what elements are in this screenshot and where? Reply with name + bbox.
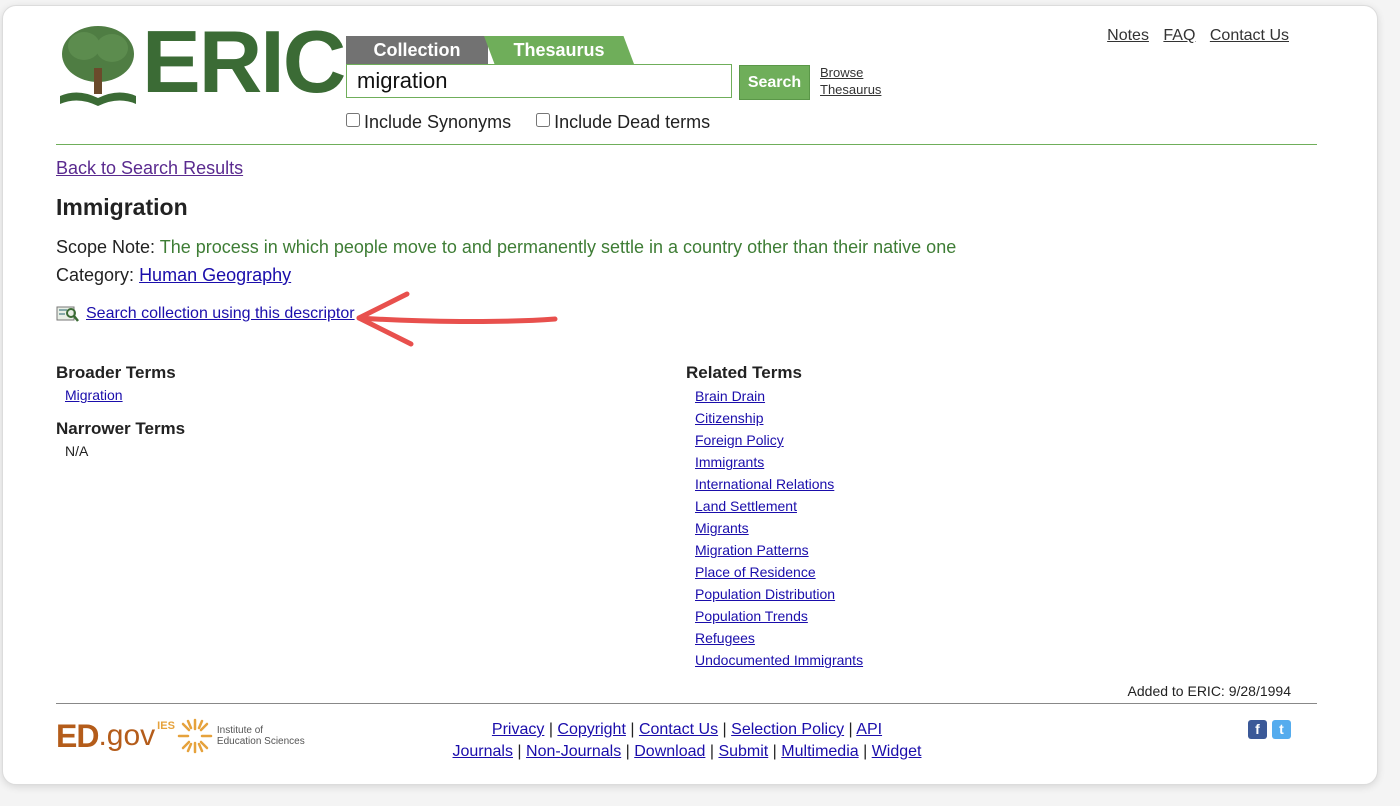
- related-term-link[interactable]: Brain Drain: [695, 388, 765, 404]
- category-link[interactable]: Human Geography: [139, 265, 291, 285]
- scope-note: Scope Note: The process in which people …: [56, 237, 956, 258]
- related-term-link[interactable]: Refugees: [695, 630, 755, 646]
- list-item: Undocumented Immigrants: [695, 649, 863, 671]
- selection-policy-link[interactable]: Selection Policy: [731, 721, 844, 738]
- list-item: Refugees: [695, 627, 863, 649]
- list-item: Citizenship: [695, 407, 863, 429]
- related-term-link[interactable]: Place of Residence: [695, 564, 816, 580]
- tab-thesaurus[interactable]: Thesaurus: [484, 36, 634, 64]
- related-term-link[interactable]: International Relations: [695, 476, 834, 492]
- ies-institute-text: Institute of Education Sciences: [217, 725, 305, 747]
- search-button[interactable]: Search: [739, 65, 810, 100]
- list-item: Immigrants: [695, 451, 863, 473]
- list-item: Migration Patterns: [695, 539, 863, 561]
- search-input[interactable]: [346, 64, 732, 98]
- search-descriptor: Search collection using this descriptor: [56, 305, 355, 323]
- added-date: Added to ERIC: 9/28/1994: [1127, 683, 1291, 699]
- related-terms-list: Brain Drain Citizenship Foreign Policy I…: [695, 385, 863, 671]
- category-label: Category:: [56, 265, 135, 285]
- broader-term: Migration: [65, 387, 123, 403]
- include-synonyms-checkbox[interactable]: [346, 113, 360, 127]
- notes-link[interactable]: Notes: [1107, 27, 1149, 44]
- include-dead-terms-checkbox[interactable]: [536, 113, 551, 127]
- broader-term-link[interactable]: Migration: [65, 387, 123, 403]
- list-item: Migrants: [695, 517, 863, 539]
- ies-line-1: Institute of: [216, 725, 264, 736]
- list-item: Brain Drain: [695, 385, 863, 407]
- category: Category: Human Geography: [56, 265, 291, 286]
- include-synonyms-label: Include Synonyms: [364, 112, 512, 132]
- related-term-link[interactable]: Land Settlement: [695, 498, 797, 514]
- related-term-link[interactable]: Population Trends: [695, 608, 808, 624]
- related-term-link[interactable]: Undocumented Immigrants: [695, 652, 863, 668]
- download-link[interactable]: Download: [634, 743, 705, 760]
- scope-note-label: Scope Note:: [56, 237, 156, 257]
- related-term-link[interactable]: Citizenship: [695, 410, 763, 426]
- list-item: Population Distribution: [695, 583, 863, 605]
- narrower-terms-heading: Narrower Terms: [56, 419, 186, 438]
- browse-thesaurus-link[interactable]: Browse Thesaurus: [820, 64, 881, 98]
- list-item: Population Trends: [695, 605, 863, 627]
- include-dead-terms-label: Include Dead terms: [554, 112, 711, 132]
- gov-logo-text: .gov: [98, 719, 156, 752]
- social-links: f t: [1248, 720, 1291, 739]
- narrower-term: N/A: [65, 443, 89, 459]
- annotation-arrow-icon: [356, 291, 558, 347]
- back-to-results: Back to Search Results: [56, 158, 243, 179]
- related-term-link[interactable]: Immigrants: [695, 454, 764, 470]
- header-divider: [56, 144, 1317, 145]
- api-link[interactable]: API: [856, 721, 882, 738]
- search-collection-icon: [56, 306, 79, 322]
- related-term-link[interactable]: Population Distribution: [695, 586, 835, 602]
- footer-links: Privacy | Copyright | Contact Us | Selec…: [452, 721, 922, 760]
- include-synonyms-option[interactable]: Include Synonyms: [346, 112, 511, 132]
- copyright-link[interactable]: Copyright: [557, 721, 625, 738]
- non-journals-link[interactable]: Non-Journals: [526, 743, 621, 760]
- privacy-link[interactable]: Privacy: [492, 721, 544, 738]
- page-card: ERIC Collection Thesaurus Search Browse …: [2, 5, 1378, 785]
- related-terms-heading: Related Terms: [686, 363, 802, 382]
- journals-link[interactable]: Journals: [453, 743, 513, 760]
- browse-line-1[interactable]: Browse: [820, 65, 863, 80]
- list-item: Foreign Policy: [695, 429, 863, 451]
- ies-line-2: Education Sciences: [216, 736, 305, 747]
- list-item: Land Settlement: [695, 495, 863, 517]
- ed-gov-logo[interactable]: ED .gov IES Institute of Education Scien…: [56, 714, 305, 758]
- page-title: Immigration: [56, 194, 188, 220]
- tree-icon: [60, 26, 136, 106]
- twitter-icon[interactable]: t: [1272, 720, 1291, 739]
- sunburst-icon: [177, 718, 213, 754]
- multimedia-link[interactable]: Multimedia: [781, 743, 858, 760]
- contact-us-link[interactable]: Contact Us: [1210, 27, 1289, 44]
- broader-terms-heading: Broader Terms: [56, 363, 176, 382]
- widget-link[interactable]: Widget: [872, 743, 922, 760]
- search-options: Include Synonyms Include Dead terms: [346, 112, 730, 133]
- footer-contact-us-link[interactable]: Contact Us: [639, 721, 718, 738]
- facebook-icon[interactable]: f: [1248, 720, 1267, 739]
- back-to-results-link[interactable]: Back to Search Results: [56, 158, 243, 178]
- related-term-link[interactable]: Migration Patterns: [695, 542, 809, 558]
- tab-collection[interactable]: Collection: [346, 36, 488, 64]
- footer-divider: [56, 703, 1317, 704]
- related-term-link[interactable]: Migrants: [695, 520, 749, 536]
- logo-text: ERIC: [142, 12, 346, 111]
- list-item: Place of Residence: [695, 561, 863, 583]
- faq-link[interactable]: FAQ: [1163, 27, 1195, 44]
- search-descriptor-link[interactable]: Search collection using this descriptor: [86, 305, 355, 323]
- scope-note-value: The process in which people move to and …: [159, 237, 957, 257]
- ed-logo-text: ED: [56, 717, 99, 754]
- eric-logo[interactable]: ERIC: [56, 18, 346, 110]
- top-links: Notes FAQ Contact Us: [1097, 27, 1289, 45]
- list-item: International Relations: [695, 473, 863, 495]
- related-term-link[interactable]: Foreign Policy: [695, 432, 784, 448]
- browse-line-2[interactable]: Thesaurus: [820, 82, 881, 97]
- ies-logo-text: IES: [157, 720, 175, 732]
- submit-link[interactable]: Submit: [718, 743, 768, 760]
- include-dead-terms-option[interactable]: Include Dead terms: [536, 112, 710, 132]
